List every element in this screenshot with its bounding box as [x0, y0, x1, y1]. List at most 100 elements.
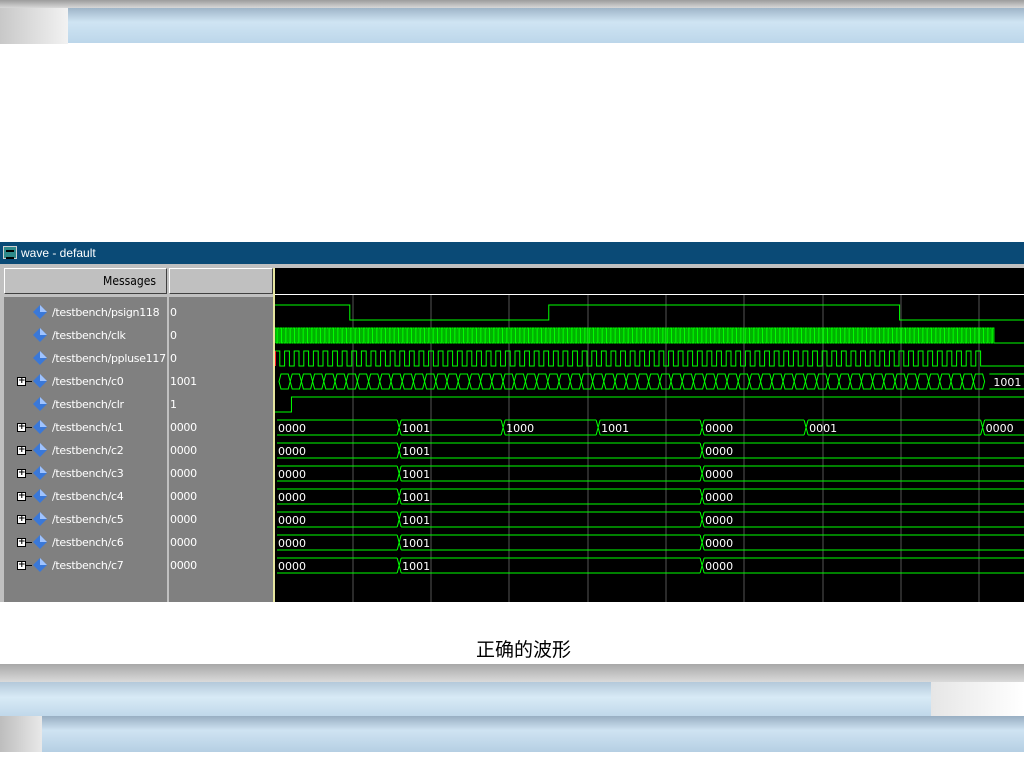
expand-icon[interactable]: +: [17, 561, 26, 570]
signal-name: /testbench/c3: [52, 467, 124, 480]
wave-c5-label: 0000: [278, 514, 306, 527]
wave-c2-label: 0000: [705, 445, 733, 458]
signal-name: /testbench/ppluse117: [52, 352, 166, 365]
signal-name: /testbench/clk: [52, 329, 126, 342]
slide-bottom-right-block: [931, 682, 1024, 716]
expand-icon[interactable]: +: [17, 538, 26, 547]
signal-diamond-icon: [33, 397, 47, 411]
wave-c1: [277, 419, 1024, 436]
wave-c3-label: 1001: [402, 468, 430, 481]
wave-window: wave - default Messages /testbench/psign…: [0, 242, 1024, 602]
wave-c1-label: 1001: [601, 422, 629, 435]
signal-name: /testbench/c1: [52, 421, 124, 434]
tree-connector: [26, 519, 32, 520]
time-cursor[interactable]: [273, 268, 275, 602]
header-separator: [169, 294, 273, 297]
wave-c6-label: 1001: [402, 537, 430, 550]
signal-name: /testbench/c2: [52, 444, 124, 457]
signal-value: 0000: [170, 444, 197, 457]
expand-icon[interactable]: +: [17, 377, 26, 386]
wave-c4-label: 0000: [278, 491, 306, 504]
signal-diamond-icon: [33, 305, 47, 319]
wave-clk: [274, 327, 1024, 344]
wave-c7-label: 0000: [705, 560, 733, 573]
signal-names-pane: Messages /testbench/psign118/testbench/c…: [4, 268, 167, 602]
signal-name: /testbench/c0: [52, 375, 124, 388]
slide-top-band: [0, 0, 1024, 8]
signal-value: 0000: [170, 559, 197, 572]
wave-c5-label: 1001: [402, 514, 430, 527]
signal-diamond-icon: [33, 443, 47, 457]
wave-c1-label: 0000: [986, 422, 1014, 435]
signal-row[interactable]: + /testbench/c6: [4, 531, 167, 554]
signal-row[interactable]: /testbench/psign118: [4, 301, 167, 324]
signal-name: /testbench/c5: [52, 513, 124, 526]
signal-row[interactable]: + /testbench/c2: [4, 439, 167, 462]
wave-psign118: [275, 304, 1024, 321]
signal-row[interactable]: + /testbench/c4: [4, 485, 167, 508]
wave-c2: [277, 442, 1024, 459]
slide-top-blue-band: [68, 8, 1024, 43]
signal-row[interactable]: + /testbench/c1: [4, 416, 167, 439]
slide-bottom-blue-band-2: [42, 716, 1024, 752]
waveform-pane[interactable]: 1001 0000 1001 1000 1001 0000 0001 0000 0000 1001…: [273, 268, 1024, 602]
signal-value: 0000: [170, 490, 197, 503]
wave-c7-label: 1001: [402, 560, 430, 573]
signal-value: 0000: [170, 536, 197, 549]
wave-c1-label: 0000: [705, 422, 733, 435]
expand-icon[interactable]: +: [17, 469, 26, 478]
signal-value: 0000: [170, 513, 197, 526]
wave-c1-label: 0001: [809, 422, 837, 435]
expand-icon[interactable]: +: [17, 492, 26, 501]
signal-diamond-icon: [33, 512, 47, 526]
slide-bottom-corner: [0, 716, 42, 752]
values-header[interactable]: [169, 268, 273, 294]
signal-row[interactable]: + /testbench/c0: [4, 370, 167, 393]
tree-connector: [26, 427, 32, 428]
wave-c4-label: 1001: [402, 491, 430, 504]
signal-diamond-icon: [33, 351, 47, 365]
slide-caption: 正确的波形: [475, 639, 571, 661]
signal-value: 1001: [170, 375, 197, 388]
wave-c3-label: 0000: [278, 468, 306, 481]
expand-icon[interactable]: +: [17, 515, 26, 524]
expand-icon[interactable]: +: [17, 423, 26, 432]
wave-c6-label: 0000: [278, 537, 306, 550]
signal-diamond-icon: [33, 535, 47, 549]
signal-name: /testbench/psign118: [52, 306, 160, 319]
tree-connector: [26, 542, 32, 543]
tree-connector: [26, 381, 32, 382]
signal-diamond-icon: [33, 489, 47, 503]
signal-row[interactable]: /testbench/ppluse117: [4, 347, 167, 370]
wave-c3: [277, 465, 1024, 482]
waveform-canvas[interactable]: 1001 0000 1001 1000 1001 0000 0001 0000 0000 1001…: [273, 268, 1024, 602]
wave-c0-label: 1001: [993, 376, 1021, 389]
messages-header[interactable]: Messages: [4, 268, 167, 294]
signal-diamond-icon: [33, 466, 47, 480]
signal-row[interactable]: /testbench/clr: [4, 393, 167, 416]
wave-c7: [277, 557, 1024, 574]
wave-c3-label: 0000: [705, 468, 733, 481]
wave-c6: [277, 534, 1024, 551]
expand-icon[interactable]: +: [17, 446, 26, 455]
wave-ppluse117: [274, 350, 1024, 367]
signal-value: 0: [170, 352, 177, 365]
signal-row[interactable]: /testbench/clk: [4, 324, 167, 347]
window-titlebar[interactable]: wave - default: [0, 242, 1024, 264]
signal-row[interactable]: + /testbench/c7: [4, 554, 167, 577]
tree-connector: [26, 450, 32, 451]
signal-diamond-icon: [33, 328, 47, 342]
tree-connector: [26, 473, 32, 474]
signal-value: 0000: [170, 467, 197, 480]
signal-value: 0: [170, 329, 177, 342]
signal-row[interactable]: + /testbench/c3: [4, 462, 167, 485]
signal-name: /testbench/c7: [52, 559, 124, 572]
tree-connector: [26, 496, 32, 497]
tree-connector: [26, 565, 32, 566]
wave-c5-label: 0000: [705, 514, 733, 527]
wave-c4: [277, 488, 1024, 505]
signal-name: /testbench/c4: [52, 490, 124, 503]
signal-row[interactable]: + /testbench/c5: [4, 508, 167, 531]
wave-c2-label: 1001: [402, 445, 430, 458]
wave-c6-label: 0000: [705, 537, 733, 550]
